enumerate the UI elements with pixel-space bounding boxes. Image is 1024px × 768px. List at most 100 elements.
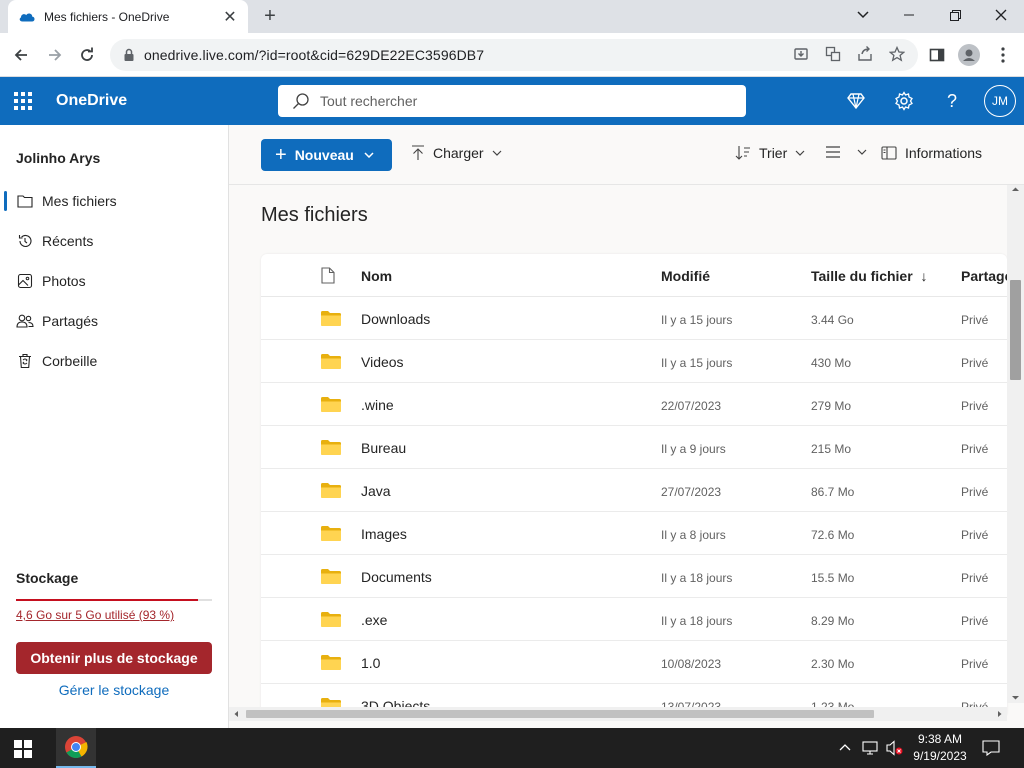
file-name[interactable]: Downloads xyxy=(361,311,430,327)
user-avatar[interactable]: JM xyxy=(984,85,1016,117)
file-name[interactable]: Videos xyxy=(361,354,404,370)
reload-button[interactable] xyxy=(74,42,100,68)
bookmark-star-icon[interactable] xyxy=(888,45,906,64)
file-size: 279 Mo xyxy=(811,399,852,413)
folder-icon xyxy=(321,483,341,498)
restore-button[interactable] xyxy=(932,0,978,30)
file-size: 430 Mo xyxy=(811,356,852,370)
sort-button[interactable]: Trier xyxy=(735,145,805,161)
minimize-button[interactable] xyxy=(886,0,932,30)
upload-button[interactable]: Charger xyxy=(411,145,502,161)
clock-date: 9/19/2023 xyxy=(913,749,967,763)
new-button-label: Nouveau xyxy=(294,147,354,163)
back-button[interactable] xyxy=(8,42,34,68)
horizontal-scroll-thumb[interactable] xyxy=(246,710,874,718)
chevron-down-icon xyxy=(795,150,805,156)
scroll-left-arrow-icon[interactable] xyxy=(232,707,242,721)
install-app-icon[interactable] xyxy=(792,46,810,64)
nav-item-photos[interactable]: Photos xyxy=(0,263,228,299)
minimize-icon xyxy=(904,14,914,16)
get-more-storage-button[interactable]: Obtenir plus de stockage xyxy=(16,642,212,674)
close-tab-icon[interactable]: ✕ xyxy=(222,7,238,27)
settings-gear-icon[interactable] xyxy=(892,89,916,113)
tab-search-button[interactable] xyxy=(840,0,886,30)
new-button[interactable]: + Nouveau xyxy=(261,139,392,171)
share-icon[interactable] xyxy=(856,46,874,64)
browser-toolbar: onedrive.live.com/?id=root&cid=629DE22EC… xyxy=(0,33,1024,77)
file-row[interactable]: 1.0 10/08/2023 2.30 Mo Privé xyxy=(261,641,1007,684)
close-window-button[interactable] xyxy=(978,0,1024,30)
column-header-sharing[interactable]: Partage xyxy=(961,268,1007,284)
chevron-down-icon xyxy=(857,149,867,155)
file-row[interactable]: .exe Il y a 18 jours 8.29 Mo Privé xyxy=(261,598,1007,641)
premium-diamond-icon[interactable] xyxy=(844,89,868,113)
column-header-size[interactable]: Taille du fichier ↓ xyxy=(811,268,928,284)
folder-icon xyxy=(321,440,341,455)
browser-tab[interactable]: Mes fichiers - OneDrive ✕ xyxy=(8,0,248,33)
column-header-size-label: Taille du fichier xyxy=(811,268,913,284)
vertical-scroll-thumb[interactable] xyxy=(1010,280,1021,380)
windows-start-icon[interactable] xyxy=(14,740,32,758)
help-icon[interactable]: ? xyxy=(940,89,964,113)
app-brand[interactable]: OneDrive xyxy=(56,92,127,110)
file-name[interactable]: 1.0 xyxy=(361,655,380,671)
folder-icon xyxy=(321,612,341,627)
scroll-down-arrow-icon[interactable] xyxy=(1007,693,1024,703)
app-launcher-icon[interactable] xyxy=(14,92,32,110)
horizontal-scrollbar[interactable] xyxy=(229,707,1007,721)
vertical-scrollbar[interactable] xyxy=(1007,185,1024,703)
file-name[interactable]: Images xyxy=(361,526,407,542)
column-header-name[interactable]: Nom xyxy=(361,268,392,284)
file-name[interactable]: .exe xyxy=(361,612,387,628)
forward-button[interactable] xyxy=(42,42,68,68)
search-box[interactable] xyxy=(278,85,746,117)
file-row[interactable]: Documents Il y a 18 jours 15.5 Mo Privé xyxy=(261,555,1007,598)
side-panel-button[interactable] xyxy=(924,42,950,68)
view-options-button[interactable] xyxy=(825,145,867,159)
nav-item-recent[interactable]: Récents xyxy=(0,223,228,259)
details-pane-button[interactable]: Informations xyxy=(881,145,982,161)
file-name[interactable]: .wine xyxy=(361,397,394,413)
file-type-column-icon[interactable] xyxy=(321,267,335,287)
storage-usage-link[interactable]: 4,6 Go sur 5 Go utilisé (93 %) xyxy=(16,608,174,622)
file-modified: Il y a 8 jours xyxy=(661,528,726,542)
file-name[interactable]: Java xyxy=(361,483,391,499)
manage-storage-link[interactable]: Gérer le stockage xyxy=(16,682,212,698)
kebab-menu-icon xyxy=(1001,47,1005,63)
search-input[interactable] xyxy=(320,93,720,109)
folder-icon xyxy=(321,397,341,412)
notifications-icon[interactable] xyxy=(982,740,1000,759)
chrome-taskbar-button[interactable] xyxy=(56,728,96,768)
nav-item-shared[interactable]: Partagés xyxy=(0,303,228,339)
file-row[interactable]: .wine 22/07/2023 279 Mo Privé xyxy=(261,383,1007,426)
new-tab-button[interactable]: + xyxy=(258,4,282,28)
file-row[interactable]: Java 27/07/2023 86.7 Mo Privé xyxy=(261,469,1007,512)
translate-icon[interactable] xyxy=(824,46,842,64)
scroll-up-arrow-icon[interactable] xyxy=(1007,185,1024,195)
file-modified: 27/07/2023 xyxy=(661,485,722,499)
profile-button[interactable] xyxy=(956,42,982,68)
nav-item-label: Partagés xyxy=(42,313,99,329)
file-row[interactable]: Bureau Il y a 9 jours 215 Mo Privé xyxy=(261,426,1007,469)
browser-menu-button[interactable] xyxy=(990,42,1016,68)
scroll-right-arrow-icon[interactable] xyxy=(994,707,1004,721)
address-bar[interactable]: onedrive.live.com/?id=root&cid=629DE22EC… xyxy=(110,39,918,71)
file-name[interactable]: Bureau xyxy=(361,440,406,456)
network-icon[interactable] xyxy=(862,740,880,759)
user-name: Jolinho Arys xyxy=(16,150,101,166)
tray-chevron-up-icon[interactable] xyxy=(838,740,852,755)
upload-label: Charger xyxy=(433,145,484,161)
folder-icon xyxy=(321,569,341,584)
nav-item-my-files[interactable]: Mes fichiers xyxy=(0,183,228,219)
file-row[interactable]: Images Il y a 8 jours 72.6 Mo Privé xyxy=(261,512,1007,555)
tab-title: Mes fichiers - OneDrive xyxy=(44,9,170,24)
file-name[interactable]: Documents xyxy=(361,569,432,585)
image-icon xyxy=(16,272,34,290)
arrow-left-icon xyxy=(14,49,27,61)
column-header-modified[interactable]: Modifié xyxy=(661,268,710,284)
file-row[interactable]: Downloads Il y a 15 jours 3.44 Go Privé xyxy=(261,297,1007,340)
system-clock[interactable]: 9:38 AM 9/19/2023 xyxy=(900,731,980,765)
file-row[interactable]: Videos Il y a 15 jours 430 Mo Privé xyxy=(261,340,1007,383)
file-size: 8.29 Mo xyxy=(811,614,855,628)
nav-item-recycle-bin[interactable]: Corbeille xyxy=(0,343,228,379)
